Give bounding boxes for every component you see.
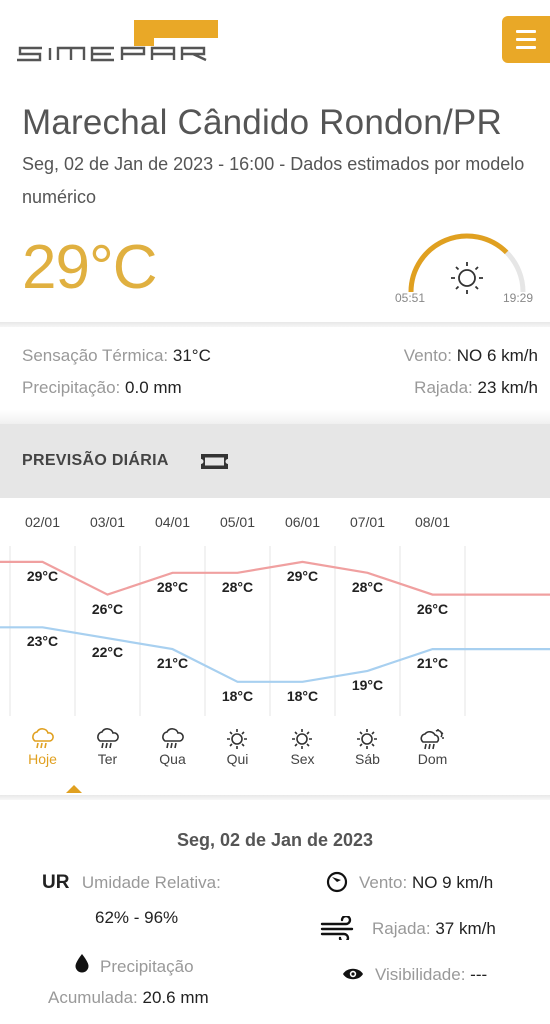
sun-icon xyxy=(227,729,247,749)
sun-icon xyxy=(292,729,312,749)
max-temperature: 28°C xyxy=(221,578,254,595)
max-temperature: 26°C xyxy=(416,600,449,617)
max-temperature: 28°C xyxy=(156,578,189,595)
min-temperature: 18°C xyxy=(286,687,319,704)
ticket-icon[interactable] xyxy=(200,453,229,470)
forecast-date: 07/01 xyxy=(349,514,386,530)
min-temperature: 18°C xyxy=(221,687,254,704)
humidity-value: 62% - 96% xyxy=(95,908,179,927)
top-bar xyxy=(0,0,550,85)
forecast-day-name: Ter xyxy=(97,751,118,767)
detail-gust: Rajada: 37 km/h xyxy=(372,919,496,939)
forecast-date: 05/01 xyxy=(219,514,256,530)
city-name: Marechal Cândido Rondon/PR xyxy=(22,103,502,142)
sun-icon xyxy=(451,262,483,294)
forecast-day-name: Dom xyxy=(417,751,448,767)
forecast-date: 08/01 xyxy=(414,514,451,530)
min-temperature: 22°C xyxy=(91,644,124,661)
forecast-day[interactable]: 06/01 29°C 18°C Sex xyxy=(270,498,335,796)
forecast-day[interactable]: 02/01 29°C 23°C Hoje xyxy=(10,498,75,796)
feels-like-label: Sensação Térmica: xyxy=(22,346,169,365)
rain-cloud-icon xyxy=(162,728,184,749)
detail-gust-label: Rajada: xyxy=(372,919,431,938)
forecast-day-name: Qui xyxy=(226,751,249,767)
gust-label: Rajada: xyxy=(414,378,473,397)
forecast-date: 06/01 xyxy=(284,514,321,530)
visibility-label: Visibilidade: xyxy=(375,965,466,984)
detail-gust-value: 37 km/h xyxy=(435,919,496,938)
visibility-value: --- xyxy=(470,965,488,984)
sun-rain-cloud-icon xyxy=(420,729,444,750)
forecast-date: 02/01 xyxy=(24,514,61,530)
rain-cloud-icon xyxy=(97,728,119,749)
eye-icon xyxy=(343,968,363,980)
current-temperature: 29°C xyxy=(22,233,158,302)
wind: Vento: NO 6 km/h xyxy=(404,346,538,366)
detail-wind-value: NO 9 km/h xyxy=(411,873,494,892)
accumulated-precip-label: Precipitação xyxy=(100,957,194,976)
forecast-day[interactable]: 05/01 28°C 18°C Qui xyxy=(205,498,270,796)
wind-gust-icon xyxy=(320,916,354,940)
feels-like-value: 31°C xyxy=(172,346,211,365)
sunset-time: 19:29 xyxy=(503,291,534,305)
humidity-label: Umidade Relativa: xyxy=(81,873,221,892)
daily-forecast-header[interactable]: PREVISÃO DIÁRIA xyxy=(0,424,550,498)
rain-cloud-icon xyxy=(32,728,54,749)
hamburger-menu-icon[interactable] xyxy=(502,16,550,63)
forecast-day-name: Qua xyxy=(159,751,186,767)
simepar-logo[interactable] xyxy=(14,18,224,64)
forecast-day-name: Hoje xyxy=(28,751,57,767)
divider xyxy=(0,795,550,800)
wind-label: Vento: xyxy=(403,346,453,365)
date-line: Seg, 02 de Jan de 2023 - 16:00 - Dados e… xyxy=(22,154,525,207)
selected-day-caret xyxy=(66,785,82,793)
detail-visibility: Visibilidade: --- xyxy=(375,965,487,985)
divider xyxy=(0,322,550,327)
forecast-date: 03/01 xyxy=(89,514,126,530)
sunrise-time: 05:51 xyxy=(395,291,426,305)
max-temperature: 29°C xyxy=(26,567,59,584)
max-temperature: 28°C xyxy=(351,578,384,595)
gust: Rajada: 23 km/h xyxy=(414,378,538,398)
section-shadow xyxy=(0,410,550,424)
forecast-day[interactable]: 07/01 28°C 19°C Sáb xyxy=(335,498,400,796)
forecast-day-name: Sáb xyxy=(355,751,380,767)
accumulated-label: Acumulada: xyxy=(48,988,138,1007)
min-temperature: 23°C xyxy=(26,633,59,650)
accumulated-value: 20.6 mm xyxy=(142,988,209,1007)
max-temperature: 26°C xyxy=(91,600,124,617)
min-temperature: 21°C xyxy=(156,655,189,672)
forecast-day-name: Sex xyxy=(290,751,315,767)
precipitation-value: 0.0 mm xyxy=(125,378,182,397)
detail-date: Seg, 02 de Jan de 2023 xyxy=(176,830,374,850)
compass-icon xyxy=(326,871,348,893)
sun-icon xyxy=(357,729,377,749)
min-temperature: 19°C xyxy=(351,676,384,693)
daily-forecast-title: PREVISÃO DIÁRIA xyxy=(22,452,169,469)
water-drop-icon xyxy=(75,954,89,973)
forecast-day[interactable]: 08/01 26°C 21°C Dom xyxy=(400,498,465,796)
feels-like: Sensação Térmica: 31°C xyxy=(22,346,211,366)
humidity: UR Umidade Relativa: xyxy=(42,872,221,894)
humidity-tag: UR xyxy=(42,872,70,893)
daily-forecast: 02/01 29°C 23°C Hoje 03/01 26°C 22°C Ter 04/01 28… xyxy=(0,498,550,796)
max-temperature: 29°C xyxy=(286,567,319,584)
detail-wind-label: Vento: xyxy=(359,873,408,892)
forecast-day[interactable]: 04/01 28°C 21°C Qua xyxy=(140,498,205,796)
detail-wind: Vento: NO 9 km/h xyxy=(359,873,493,893)
precipitation-label: Precipitação: xyxy=(22,378,121,397)
precipitation: Precipitação: 0.0 mm xyxy=(22,378,182,398)
min-temperature: 21°C xyxy=(416,655,449,672)
forecast-date: 04/01 xyxy=(154,514,191,530)
gust-value: 23 km/h xyxy=(477,378,538,397)
accumulated-precip: Acumulada: 20.6 mm xyxy=(48,988,209,1008)
wind-value: NO 6 km/h xyxy=(456,346,538,365)
forecast-day[interactable]: 03/01 26°C 22°C Ter xyxy=(75,498,140,796)
